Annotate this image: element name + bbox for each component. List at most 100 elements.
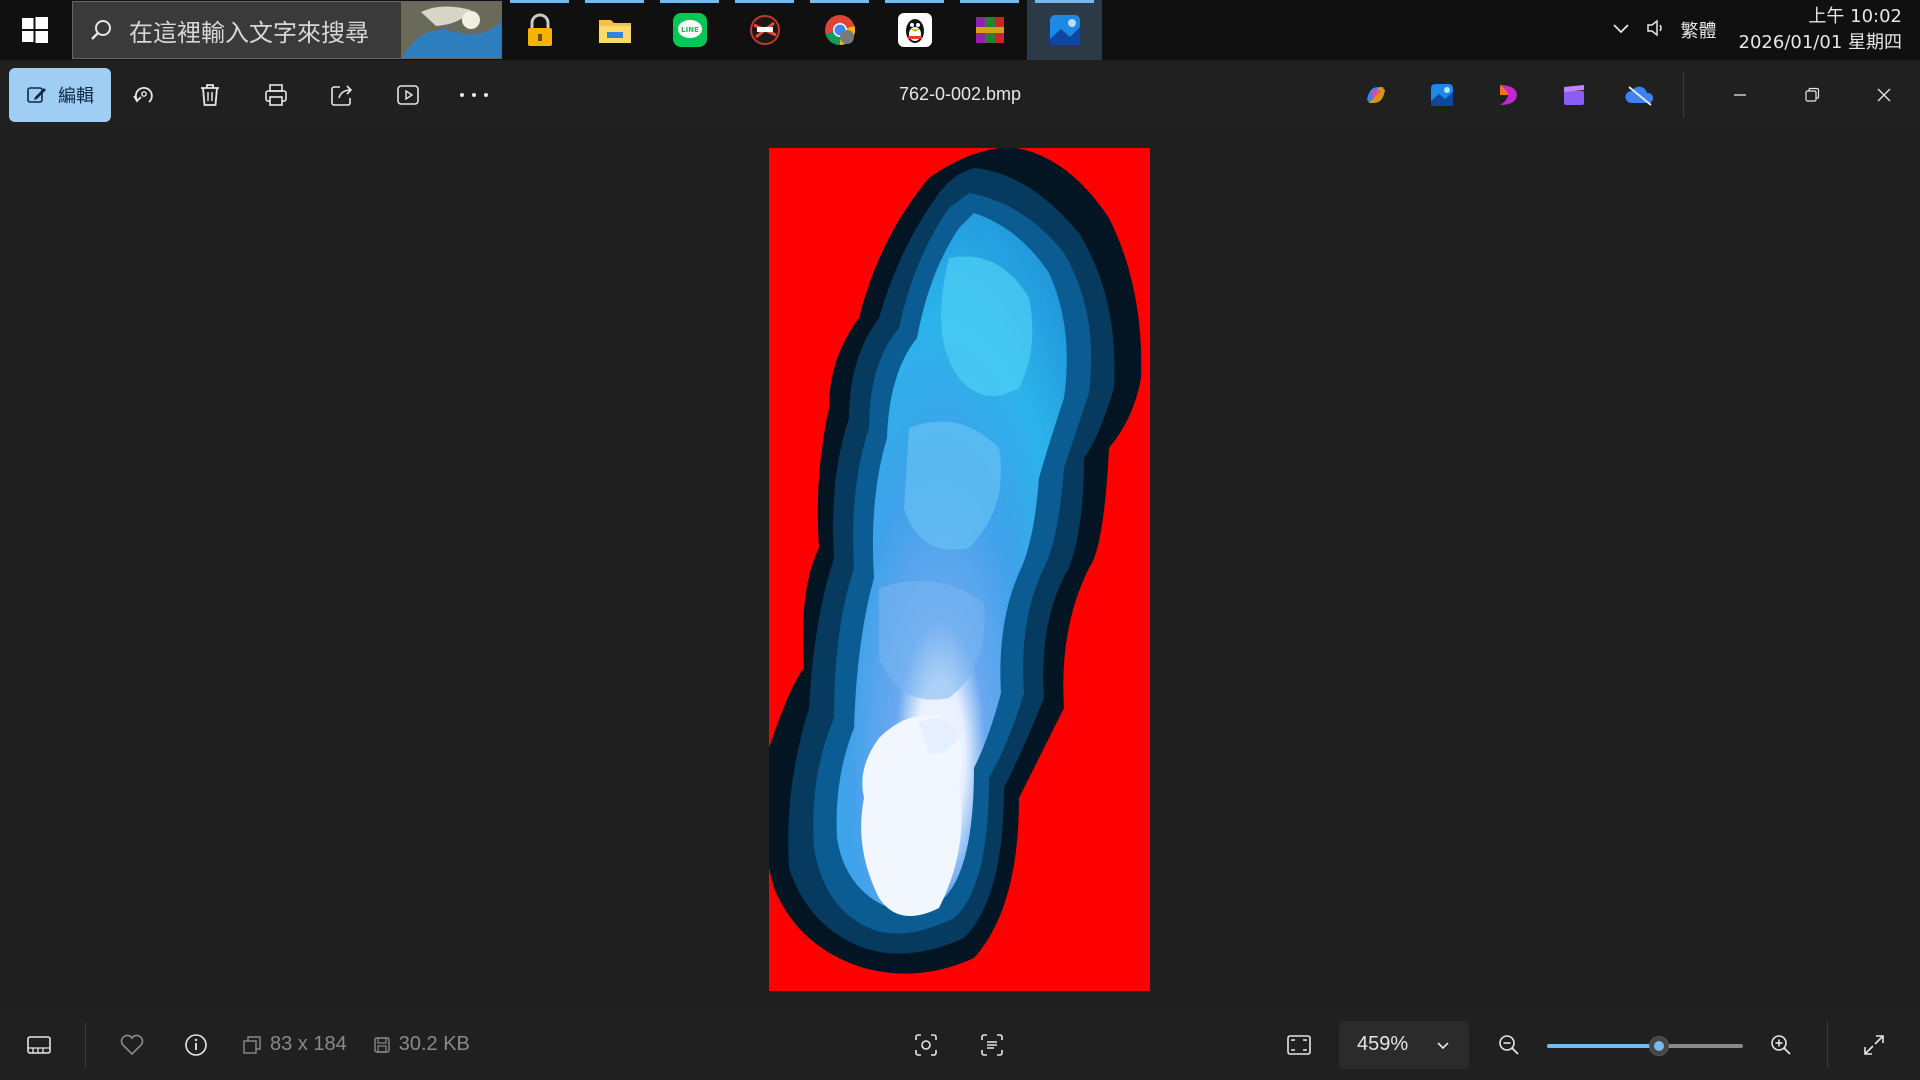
expand-fullscreen-icon: [1864, 1034, 1884, 1055]
scan-text-button[interactable]: [960, 1018, 1024, 1072]
displayed-image: [769, 148, 1150, 991]
minimize-icon: [1734, 94, 1746, 96]
taskbar-app-line[interactable]: LINE: [652, 0, 727, 60]
taskbar-clock[interactable]: 上午 10:02 2026/01/01 星期四: [1739, 4, 1902, 56]
clock-date: 2026/01/01 星期四: [1738, 32, 1902, 53]
photos-editor-icon: [1431, 84, 1453, 106]
favorite-button[interactable]: [100, 1018, 164, 1072]
start-button[interactable]: [0, 0, 70, 60]
lock-icon: [527, 13, 552, 46]
taskbar-app-winrar[interactable]: [952, 0, 1027, 60]
image-metadata: 83 x 184 30.2 KB: [242, 1033, 488, 1056]
taskbar-app-qq[interactable]: [877, 0, 952, 60]
zoom-level-dropdown[interactable]: 459%: [1339, 1020, 1469, 1069]
edit-image-icon: [27, 87, 46, 103]
zoom-slider-thumb[interactable]: [1648, 1035, 1669, 1056]
taskbar-app-game[interactable]: [727, 0, 802, 60]
chrome-icon: [824, 15, 855, 46]
onedrive-offline-icon: [1625, 86, 1654, 106]
folder-icon: [598, 20, 631, 43]
windows-taskbar: 在這裡輸入文字來搜尋 LINE 繁體 上午 10:02 2026/01/01 星…: [0, 0, 1920, 60]
clapperboard-icon: [1564, 85, 1584, 105]
image-tools-group: [894, 1018, 1024, 1072]
copilot-icon: [1367, 87, 1385, 103]
svg-text:LINE: LINE: [681, 26, 699, 34]
windows-logo-icon: [22, 17, 48, 43]
share-button[interactable]: [309, 68, 375, 122]
close-icon: [1877, 88, 1891, 102]
toolbar-separator: [1683, 72, 1684, 118]
image-dimensions: 83 x 184: [270, 1033, 347, 1055]
minimize-button[interactable]: [1704, 68, 1776, 122]
image-viewer-canvas[interactable]: [0, 130, 1920, 1009]
toolbar-right-group: [1343, 60, 1920, 130]
zoom-slider[interactable]: [1547, 1035, 1743, 1056]
dimensions-icon: [243, 1035, 261, 1054]
photos-status-bar: 83 x 184 30.2 KB 459%: [0, 1009, 1920, 1080]
input-method-indicator[interactable]: 繁體: [1681, 17, 1717, 43]
printer-icon: [265, 84, 287, 106]
slideshow-button[interactable]: [375, 68, 441, 122]
zoom-in-icon: [1771, 1034, 1791, 1055]
onedrive-button[interactable]: [1607, 68, 1673, 122]
trash-icon: [201, 84, 219, 106]
clipchamp-button[interactable]: [1475, 68, 1541, 122]
game-logo-icon: [749, 15, 780, 45]
more-ellipsis-icon: [460, 93, 488, 97]
rotate-button[interactable]: [111, 68, 177, 122]
share-icon: [331, 85, 353, 106]
restore-icon: [1805, 87, 1820, 102]
file-size: 30.2 KB: [398, 1033, 470, 1055]
clock-time: 上午 10:02: [1808, 6, 1902, 27]
info-icon: [185, 1033, 207, 1056]
print-button[interactable]: [243, 68, 309, 122]
visual-search-button[interactable]: [894, 1018, 958, 1072]
taskbar-app-lock[interactable]: [502, 0, 577, 60]
edit-button-label: 編輯: [58, 86, 94, 107]
video-editor-button[interactable]: [1541, 68, 1607, 122]
taskbar-app-file-explorer[interactable]: [577, 0, 652, 60]
edit-button[interactable]: 編輯: [9, 68, 111, 122]
file-info-button[interactable]: [164, 1018, 228, 1072]
statusbar-separator: [85, 1021, 86, 1068]
zoom-in-button[interactable]: [1749, 1018, 1813, 1072]
zoom-slider-fill: [1547, 1043, 1659, 1048]
line-chat-icon: LINE: [672, 13, 707, 47]
zoom-out-button[interactable]: [1477, 1018, 1541, 1072]
visual-search-icon: [915, 1033, 937, 1056]
volume-icon[interactable]: [1645, 17, 1667, 44]
clipchamp-icon: [1500, 85, 1517, 105]
winrar-books-icon: [975, 17, 1004, 43]
rotate-icon: [133, 87, 153, 103]
fit-to-window-button[interactable]: [1267, 1018, 1331, 1072]
copilot-button[interactable]: [1343, 68, 1409, 122]
close-button[interactable]: [1848, 68, 1920, 122]
photos-app-icon: [1049, 15, 1080, 45]
statusbar-separator: [1827, 1021, 1828, 1068]
fit-window-icon: [1287, 1034, 1311, 1055]
heart-icon: [120, 1034, 144, 1055]
filmstrip-toggle-button[interactable]: [7, 1018, 71, 1072]
tray-overflow-chevron-icon[interactable]: [1611, 18, 1631, 43]
photos-toolbar: 編輯 762-0-002.bmp: [0, 60, 1920, 130]
more-options-button[interactable]: [441, 68, 507, 122]
delete-button[interactable]: [177, 68, 243, 122]
search-icon: [73, 18, 129, 42]
qq-penguin-icon: [897, 13, 932, 47]
zoom-level-value: 459%: [1357, 1033, 1409, 1055]
photos-editor-button[interactable]: [1409, 68, 1475, 122]
zoom-out-icon: [1499, 1034, 1519, 1055]
taskbar-app-chrome[interactable]: [802, 0, 877, 60]
chevron-down-icon: [1437, 1041, 1449, 1049]
filmstrip-icon: [27, 1035, 51, 1054]
search-highlight-illustration: [401, 2, 501, 58]
taskbar-search-box[interactable]: 在這裡輸入文字來搜尋: [72, 1, 502, 59]
restore-button[interactable]: [1776, 68, 1848, 122]
zoom-controls: 459%: [1267, 1009, 1920, 1080]
taskbar-app-photos[interactable]: [1027, 0, 1102, 60]
scan-text-icon: [981, 1033, 1003, 1056]
full-screen-button[interactable]: [1842, 1018, 1906, 1072]
file-size-save-icon: [374, 1036, 390, 1053]
taskbar-pinned-apps: LINE: [502, 0, 1102, 60]
system-tray: 繁體 上午 10:02 2026/01/01 星期四: [1611, 0, 1920, 60]
